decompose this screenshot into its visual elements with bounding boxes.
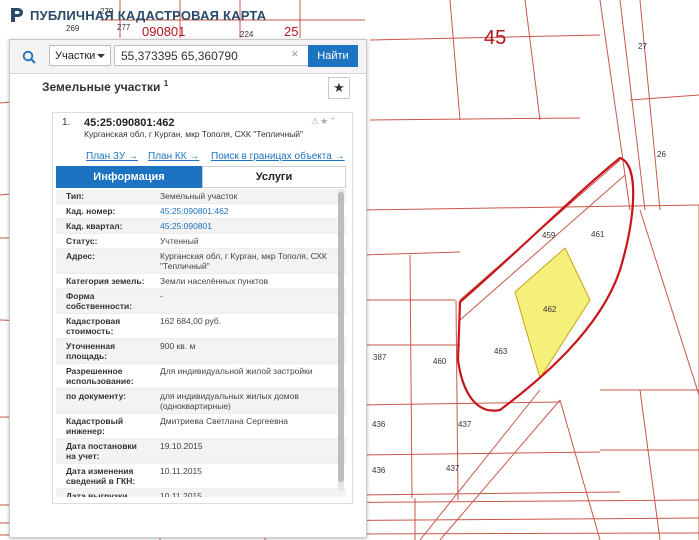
search-bar: Участки × Найти [10,40,366,74]
map-parcel-label: 462 [543,305,557,314]
table-value: Земельный участок [160,191,238,201]
map-parcel-label: 27 [638,42,647,51]
search-input[interactable] [114,45,309,66]
result-address: Курганская обл, г Курган, мкр Тополя, СХ… [84,129,304,139]
link-plan-zu[interactable]: План ЗУ → [86,151,138,162]
table-value: Дмитриева Светлана Сергеевна [160,416,289,426]
result-cad-id[interactable]: 45:25:090801:462 [84,117,175,129]
table-row: Уточненная площадь: 900 кв. м [56,339,346,364]
table-row: Форма собственности: - [56,289,346,314]
table-key: Кад. квартал: [66,221,123,231]
search-icon[interactable] [14,45,43,68]
favorite-star-button[interactable]: ★ [328,77,350,99]
link-search-in-bounds[interactable]: Поиск в границах объекта → [211,151,345,162]
map-parcel-label: 437 [446,464,460,473]
table-value: Для индивидуальной жилой застройки [160,366,313,376]
map-parcel-label: 387 [373,353,387,362]
section-count: 1 [163,79,169,88]
search-type-select[interactable]: Участки [49,45,111,66]
table-row: Кад. номер: 45:25:090801:462 [56,204,346,219]
table-row: Дата изменения сведений в ГКН: 10.11.2015 [56,464,346,489]
map-quarter-label-2: 25 [284,24,298,39]
table-row: Дата выгрузки сведений из ГКН: 10.11.2015 [56,489,346,497]
map-parcel-label: 437 [458,420,472,429]
scrollbar-thumb[interactable] [338,192,344,482]
tab-info[interactable]: Информация [56,166,202,188]
table-key: Тип: [66,191,85,201]
section-title-text: Земельные участки [42,80,161,94]
table-row: Кад. квартал: 45:25:090801 [56,219,346,234]
table-row: Статус: Учтенный [56,234,346,249]
table-row: Кадастровый инженер: Дмитриева Светлана С… [56,414,346,439]
tab-services[interactable]: Услуги [202,166,346,188]
map-parcel-label: 224 [240,30,254,39]
table-key: Кадастровая стоимость: [66,316,121,336]
app-header: ПУБЛИЧНАЯ КАДАСТРОВАЯ КАРТА [8,6,266,24]
table-key: Дата постановки на учет: [66,441,137,461]
table-value: 900 кв. м [160,341,196,351]
table-value: для индивидуальных жилых домов (одноквар… [160,391,299,411]
table-key: Кадастровый инженер: [66,416,124,436]
table-key: Разрешенное использование: [66,366,134,386]
map-big-label: 45 [484,27,506,49]
table-value: Учтенный [160,236,199,246]
chevron-down-icon [97,54,105,58]
table-key: Дата выгрузки сведений из ГКН: [66,491,128,497]
table-key: Кад. номер: [66,206,116,216]
map-parcel-label: 461 [591,230,605,239]
map-quarter-label: 090801 [142,24,185,39]
find-button[interactable]: Найти [308,45,358,67]
section-title: Земельные участки 1 [42,79,168,94]
map-parcel-label: 460 [433,357,447,366]
map-parcel-label: 277 [117,23,131,32]
map-parcel-label: 436 [372,466,386,475]
result-tools-icons[interactable]: ⚠★⌃ [311,116,338,127]
map-parcel-label: 269 [66,24,80,33]
table-key: Статус: [66,236,98,246]
search-type-value: Участки [55,49,96,62]
table-row: Дата постановки на учет: 19.10.2015 [56,439,346,464]
table-value: 19.10.2015 [160,441,203,451]
table-key: Форма собственности: [66,291,133,311]
cadastral-logo-icon [11,8,23,22]
app-title: ПУБЛИЧНАЯ КАДАСТРОВАЯ КАРТА [30,7,267,23]
table-value: Курганская обл, г Курган, мкр Тополя, СХ… [160,251,327,271]
table-row: по документу: для индивидуальных жилых до… [56,389,346,414]
map-parcel-label: 26 [657,150,666,159]
table-row: Тип: Земельный участок [56,189,346,204]
table-key: Категория земель: [66,276,145,286]
result-number: 1. [62,117,71,128]
info-table: Тип: Земельный участок Кад. номер: 45:25:09… [56,189,346,497]
table-row: Категория земель: Земли населённых пункто… [56,274,346,289]
table-key: Дата изменения сведений в ГКН: [66,466,136,486]
map-parcel-label: 463 [494,347,508,356]
clear-icon[interactable]: × [291,46,299,61]
table-key: по документу: [66,391,127,401]
table-value[interactable]: 45:25:090801:462 [152,204,346,218]
table-row: Разрешенное использование: Для индивидуал… [56,364,346,389]
table-row: Кадастровая стоимость: 162 684,00 руб. [56,314,346,339]
table-value: Земли населённых пунктов [160,276,269,286]
map-parcel-label: 459 [542,231,556,240]
table-row: Адрес: Курганская обл, г Курган, мкр Топо… [56,249,346,274]
table-value: 10.11.2015 [160,466,202,476]
map-parcel-label: 436 [372,420,386,429]
table-key: Уточненная площадь: [66,341,116,361]
table-value[interactable]: 45:25:090801 [152,219,346,233]
table-key: Адрес: [66,251,95,261]
table-value: 10.11.2015 [160,491,202,497]
table-value: - [160,291,163,301]
link-plan-kk[interactable]: План КК → [148,151,199,162]
table-value: 162 684,00 руб. [160,316,222,326]
